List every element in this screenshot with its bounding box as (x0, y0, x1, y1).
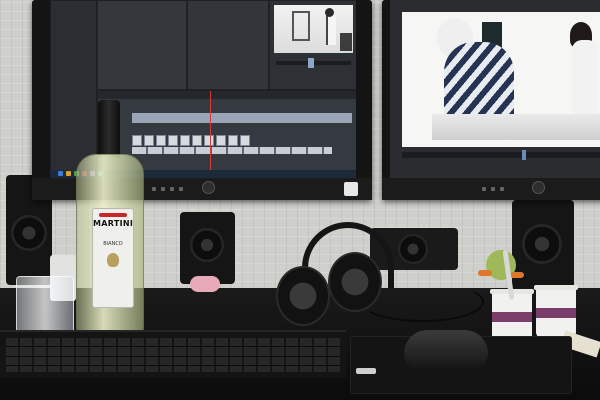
keyboard (0, 330, 346, 378)
label-crest (107, 253, 119, 267)
timecode-ruler (98, 91, 356, 99)
frog-leg (478, 270, 492, 276)
yogurt-cup (534, 285, 578, 338)
headphones (262, 222, 394, 332)
preview-figure (325, 8, 336, 45)
usb-stick (356, 368, 376, 374)
program-scrubber (276, 58, 351, 68)
speaker-cone (11, 215, 47, 251)
bottle-neck (98, 100, 120, 158)
clip (216, 135, 226, 146)
audio-track (132, 147, 332, 154)
clip (240, 135, 250, 146)
bezel-buttons (152, 187, 183, 191)
clip-row (132, 135, 250, 146)
speaker-cone (398, 234, 428, 264)
preview-door (292, 11, 310, 41)
monitor-bezel (382, 178, 600, 200)
app-icon (58, 171, 63, 176)
power-icon (202, 181, 215, 194)
pink-toy (190, 276, 220, 292)
mouse (404, 330, 488, 370)
clip (204, 135, 214, 146)
monitor-sticker (344, 182, 358, 196)
key-row-divider (6, 346, 340, 347)
clip (180, 135, 190, 146)
frame-striped-shirt (444, 42, 514, 122)
frame-table (432, 114, 600, 140)
source-monitor-panel (187, 0, 269, 90)
playhead (210, 91, 211, 171)
program-monitor-panel (269, 0, 356, 90)
speaker-cone (522, 224, 562, 264)
bottle-label: MARTINI BIANCO (92, 208, 134, 308)
player-screen (390, 0, 600, 178)
preview-chair (340, 33, 352, 51)
frog-leg (510, 272, 524, 278)
key-row-divider (6, 365, 340, 366)
frog-toy (478, 250, 524, 280)
desk-photo: MARTINI BIANCO (0, 0, 600, 400)
clip (192, 135, 202, 146)
keyboard-keys (6, 338, 340, 372)
frame-woman (572, 40, 598, 120)
right-monitor (382, 0, 600, 200)
power-icon (532, 181, 545, 194)
label-variant: BIANCO (103, 241, 123, 247)
video-track (132, 113, 352, 123)
player-frame (402, 12, 600, 147)
bezel-buttons (482, 187, 504, 191)
label-stripe (99, 213, 127, 217)
label-brand: MARTINI (93, 219, 134, 228)
right-speaker (512, 200, 574, 292)
clip (168, 135, 178, 146)
app-icon (66, 171, 71, 176)
player-scrubber (402, 150, 600, 160)
bin-panel (97, 0, 187, 90)
headphone-cup (276, 266, 330, 326)
clip (228, 135, 238, 146)
cable (360, 282, 484, 322)
martini-bottle: MARTINI BIANCO (76, 100, 144, 334)
key-row-divider (6, 356, 340, 357)
speaker-cone (190, 228, 224, 262)
program-preview (274, 5, 353, 53)
clip (156, 135, 166, 146)
clip (144, 135, 154, 146)
center-speaker (180, 212, 235, 284)
